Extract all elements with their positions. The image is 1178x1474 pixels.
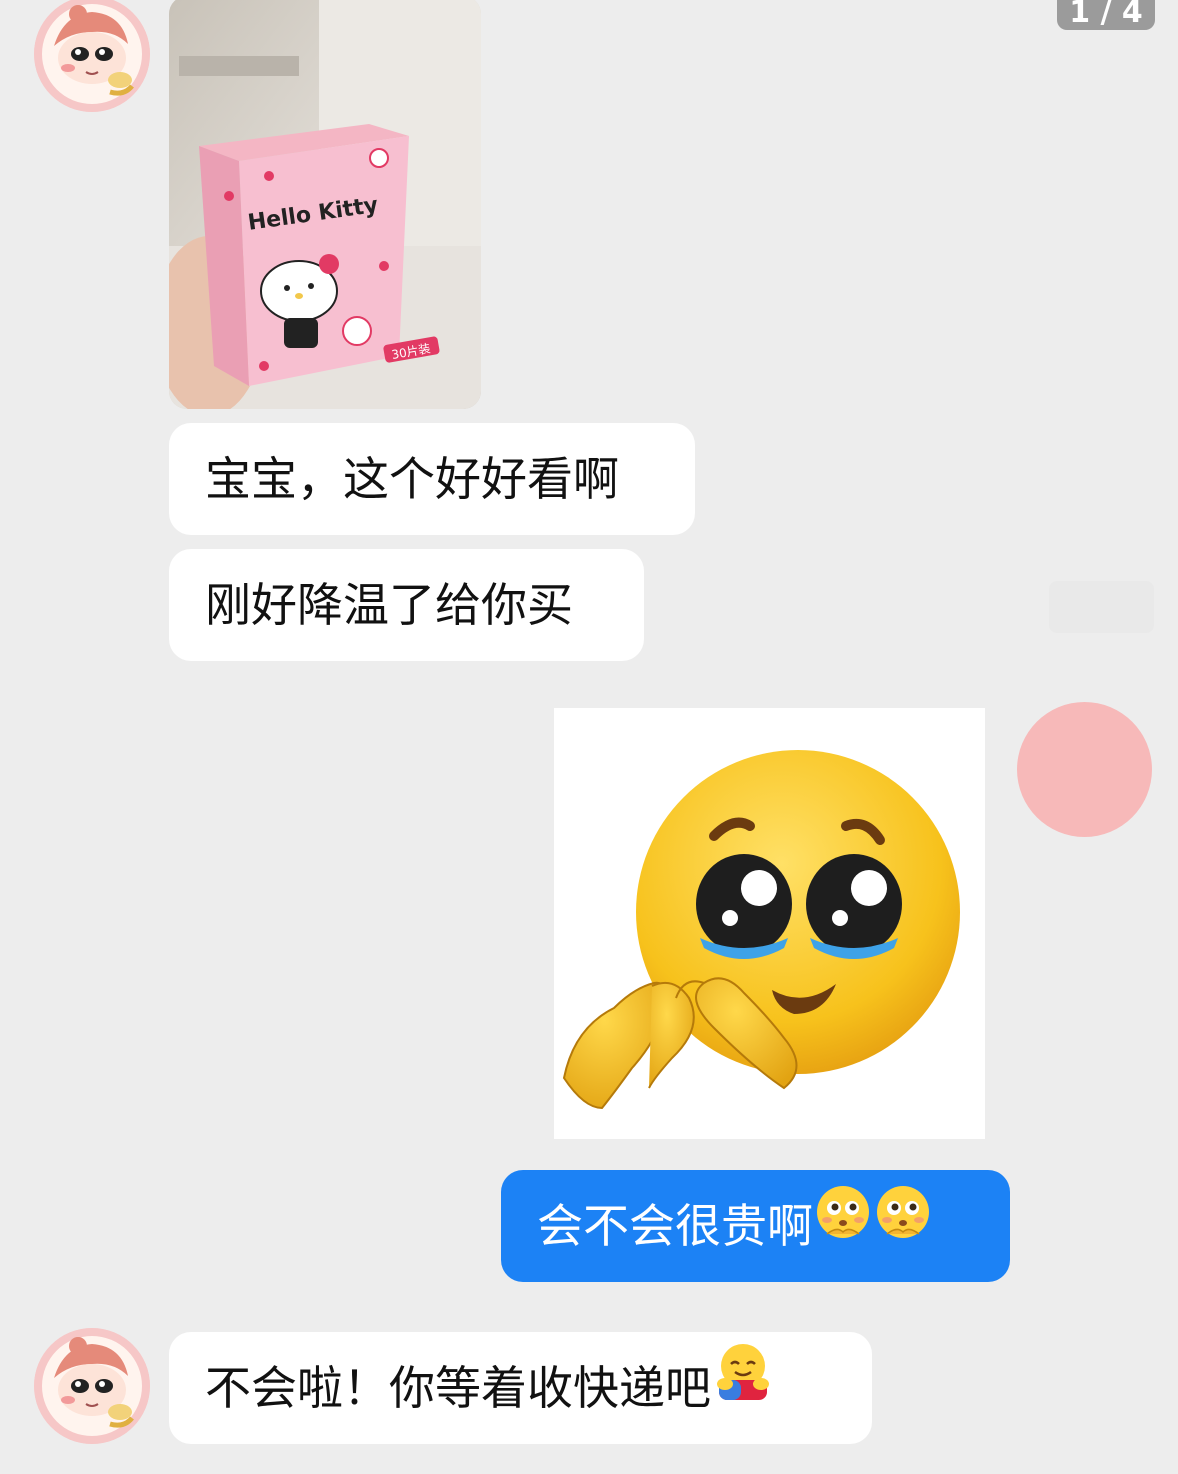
- message-bubble-left[interactable]: 刚好降温了给你买: [169, 549, 644, 661]
- thinking-blush-emoji-icon: [873, 1170, 933, 1282]
- thinking-blush-emoji-icon: [813, 1170, 873, 1282]
- cartoon-avatar-icon: [34, 1328, 150, 1444]
- hug-emoji-icon: [711, 1332, 775, 1444]
- pleading-face-heart-hands-icon: [562, 750, 960, 1110]
- message-text: 不会啦！你等着收快递吧: [205, 1361, 711, 1415]
- message-text: 宝宝，这个好好看啊: [205, 452, 619, 506]
- contact-avatar[interactable]: [34, 1328, 150, 1444]
- cartoon-avatar-icon: [34, 0, 150, 112]
- message-bubble-right[interactable]: 会不会很贵啊: [501, 1170, 1010, 1282]
- page-indicator: 1 / 4: [1057, 0, 1155, 30]
- chat-screen: 1 / 4 Hello Kitty 30片装 宝宝，这个好好看啊 刚好降温了给你…: [0, 0, 1178, 1474]
- message-bubble-left[interactable]: 不会啦！你等着收快递吧: [169, 1332, 872, 1444]
- message-text: 会不会很贵啊: [537, 1199, 813, 1253]
- contact-avatar[interactable]: [34, 0, 150, 112]
- faint-placeholder: [1049, 581, 1154, 633]
- photo-message[interactable]: Hello Kitty 30片装: [169, 0, 481, 409]
- message-text: 刚好降温了给你买: [205, 578, 573, 632]
- self-avatar[interactable]: [1017, 702, 1152, 837]
- sticker-message[interactable]: [554, 708, 985, 1139]
- message-bubble-left[interactable]: 宝宝，这个好好看啊: [169, 423, 695, 535]
- product-photo-icon: Hello Kitty 30片装: [169, 0, 481, 409]
